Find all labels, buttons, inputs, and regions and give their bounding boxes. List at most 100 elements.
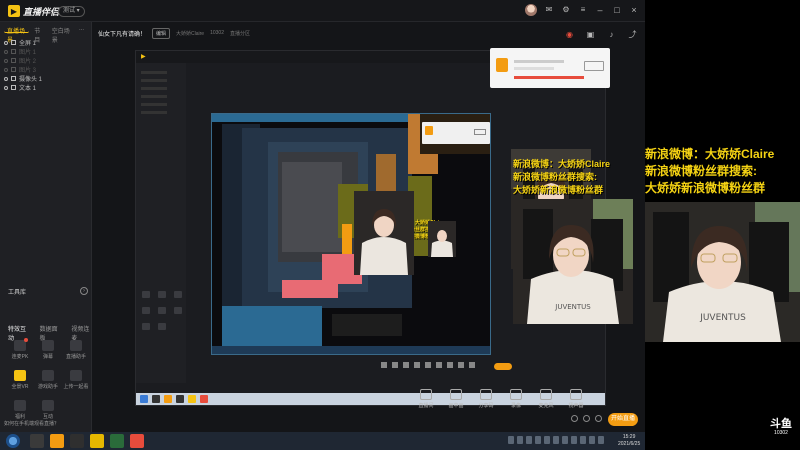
tray-icon[interactable] [562,436,568,444]
vr-icon [14,370,26,381]
settings-icon[interactable] [595,415,602,422]
system-clock[interactable]: 15:29 2021/6/25 [618,434,640,448]
scene-tab[interactable]: 空白场景 [49,25,74,44]
room-id: 10302 [210,30,224,36]
control-item[interactable]: 画中画 [445,389,467,409]
lock-icon[interactable] [11,67,16,72]
eye-icon[interactable] [4,49,8,54]
sound-icon[interactable]: ♪ [607,30,616,39]
notification-action-button[interactable] [584,61,604,71]
source-label: 全屏 1 [19,41,37,47]
control-item[interactable]: 录像 [505,389,527,409]
camera-icon[interactable] [571,415,578,422]
camera-feed[interactable]: JUVENTUS [513,199,633,324]
scene-tab[interactable]: 直播场景 [4,25,30,44]
lock-icon[interactable] [11,85,16,90]
layout-icon[interactable]: ▣ [586,30,595,39]
tool-item[interactable]: 弹幕 [34,340,62,360]
tool-item[interactable]: 连麦PK [6,338,34,360]
tray-icon[interactable] [598,436,604,444]
taskbar-app-icon[interactable] [130,434,144,448]
more-icon[interactable]: › [80,287,88,295]
lock-icon[interactable] [11,58,16,63]
tool-item[interactable]: 上传一起看 [62,370,90,390]
eye-icon[interactable] [4,76,8,81]
tray-icon[interactable] [517,436,523,444]
taskbar-app-icon[interactable] [70,434,84,448]
eye-icon[interactable] [4,67,8,72]
tray-icon[interactable] [508,436,514,444]
start-button-icon[interactable] [6,434,20,448]
control-item[interactable]: 扬声器 [565,389,587,409]
go-live-button[interactable]: 开始直播 [608,413,638,426]
user-avatar[interactable] [525,4,537,16]
maximize-icon[interactable]: □ [612,4,622,16]
taskbar-app-icon[interactable] [50,434,64,448]
source-item[interactable]: 图片 3 [4,65,87,74]
menu-icon[interactable]: ≡ [578,4,588,16]
eye-icon[interactable] [4,85,8,90]
control-item[interactable]: 麦克风 [535,389,557,409]
tool-item[interactable]: 直播助手 [62,340,90,360]
lock-icon[interactable] [11,40,16,45]
tray-icon[interactable] [589,436,595,444]
app-name: 直播伴侣 [23,6,60,17]
control-item[interactable]: 分享码 [475,389,497,409]
scene-tab[interactable]: ... [76,25,87,33]
tool-item[interactable]: 互动 [34,400,62,420]
tray-icon[interactable] [526,436,532,444]
taskbar-app-icon[interactable] [30,434,44,448]
taskbar-app-icon[interactable] [110,434,124,448]
source-item[interactable]: 图片 2 [4,56,87,65]
beauty-icon[interactable] [583,415,590,422]
minimize-icon[interactable]: – [595,4,605,16]
source-item[interactable]: 图片 1 [4,47,87,56]
svg-text:JUVENTUS: JUVENTUS [554,303,591,311]
notification-icon [425,126,433,135]
scene-panel: 直播场景 节目 空白场景 ... 全屏 1 图片 1 图片 2 图片 3 摄像头… [0,22,92,432]
captured-person-image-3 [428,221,456,257]
lock-icon[interactable] [11,49,16,54]
tool-label: 互动 [42,414,53,420]
source-item[interactable]: 文本 1 [4,83,87,92]
overlay-line: 大娇娇新浪微博粉丝群 [513,185,604,195]
gear-icon[interactable]: ⚙ [561,4,571,16]
gift-icon [14,400,26,411]
captured-person-image-2 [354,191,414,275]
eye-icon[interactable] [4,40,8,45]
tool-label: 游戏助手 [37,384,58,390]
source-item[interactable]: 摄像头 1 [4,74,87,83]
svg-text:JUVENTUS: JUVENTUS [699,313,746,323]
taskbar-app-icon[interactable] [90,434,104,448]
mail-icon[interactable]: ✉ [544,4,554,16]
tool-item[interactable]: 全景VR [6,370,34,390]
version-badge[interactable]: 测试 ▾ [58,6,85,17]
tool-label: 全景VR [11,384,29,390]
tool-label: 弹幕 [42,354,53,360]
share-code-icon [480,389,492,400]
tray-icon[interactable] [571,436,577,444]
scene-tab[interactable]: 节目 [31,25,47,44]
lock-icon[interactable] [11,76,16,81]
notification-popup[interactable] [490,48,610,88]
tool-item[interactable]: 福利 [6,400,34,420]
source-item[interactable]: 全屏 1 [4,38,87,47]
close-icon[interactable]: × [629,4,639,16]
share-icon[interactable]: ⤴ [628,30,637,39]
captured-taskbar [212,346,490,354]
tray-icon[interactable] [580,436,586,444]
category: 直播分区 [230,30,251,37]
tool-item[interactable]: 游戏助手 [34,370,62,390]
person-image-large: JUVENTUS [645,202,800,342]
eye-icon[interactable] [4,58,8,63]
interact-icon [42,400,54,411]
control-item[interactable]: 直播间 [415,389,437,409]
tray-icon[interactable] [535,436,541,444]
tray-icon[interactable] [544,436,550,444]
tool-grid: 连麦PK 弹幕 直播助手 全景VR 游戏助手 上传一起看 福利 互动 [6,338,90,420]
record-icon[interactable]: ◉ [565,30,574,39]
edit-title-button[interactable]: 编辑 [152,27,171,39]
notification-button [474,129,486,135]
tray-icon[interactable] [553,436,559,444]
help-hint[interactable]: 如何在手机端观看直播？ [4,420,59,427]
